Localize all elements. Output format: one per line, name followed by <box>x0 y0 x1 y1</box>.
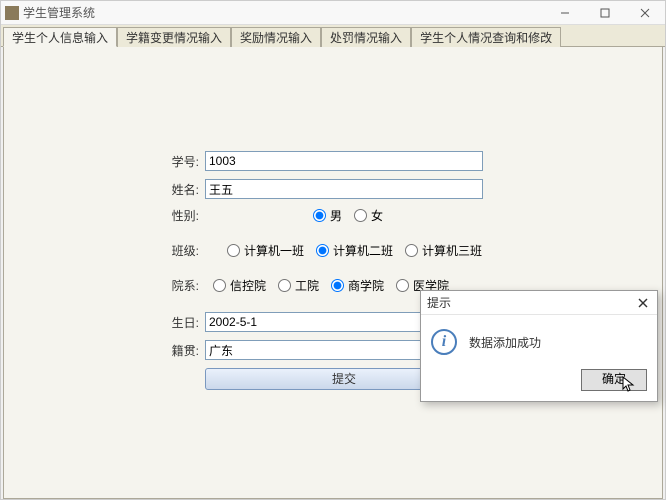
info-icon: i <box>431 329 457 355</box>
app-icon <box>5 6 19 20</box>
form-panel: 学号: 姓名: 性别: 男 女 班级: <box>3 47 663 499</box>
row-student-id: 学号: <box>4 151 662 171</box>
dialog-close-button[interactable] <box>635 295 651 311</box>
tab-punishment[interactable]: 处罚情况输入 <box>321 27 411 47</box>
dialog-title-text: 提示 <box>427 294 635 311</box>
dept-3-radio[interactable] <box>331 279 344 292</box>
student-id-input[interactable] <box>205 151 483 171</box>
titlebar: 学生管理系统 <box>1 1 665 25</box>
main-window: 学生管理系统 学生个人信息输入 学籍变更情况输入 奖励情况输入 处罚情况输入 学… <box>0 0 666 500</box>
close-button[interactable] <box>625 1 665 25</box>
dialog-footer: 确定 <box>421 365 657 401</box>
row-gender: 性别: 男 女 <box>4 207 662 224</box>
row-name: 姓名: <box>4 179 662 199</box>
label-hometown: 籍贯: <box>159 342 199 359</box>
class-group: 计算机一班 计算机二班 计算机三班 <box>205 242 490 259</box>
tab-query-modify[interactable]: 学生个人情况查询和修改 <box>411 27 561 47</box>
dept-4-radio[interactable] <box>396 279 409 292</box>
label-name: 姓名: <box>159 181 199 198</box>
label-student-id: 学号: <box>159 153 199 170</box>
tab-student-info[interactable]: 学生个人信息输入 <box>3 27 117 47</box>
dept-1-option[interactable]: 信控院 <box>213 277 266 294</box>
maximize-button[interactable] <box>585 1 625 25</box>
close-icon <box>638 298 648 308</box>
label-birthday: 生日: <box>159 314 199 331</box>
class-2-radio[interactable] <box>316 244 329 257</box>
class-2-option[interactable]: 计算机二班 <box>316 242 393 259</box>
gender-male-option[interactable]: 男 <box>313 207 342 224</box>
dialog-ok-button[interactable]: 确定 <box>581 369 647 391</box>
tab-reward[interactable]: 奖励情况输入 <box>231 27 321 47</box>
window-title: 学生管理系统 <box>23 4 545 21</box>
class-1-option[interactable]: 计算机一班 <box>227 242 304 259</box>
label-department: 院系: <box>159 277 199 294</box>
gender-female-radio[interactable] <box>354 209 367 222</box>
message-dialog: 提示 i 数据添加成功 确定 <box>420 290 658 402</box>
minimize-button[interactable] <box>545 1 585 25</box>
class-1-radio[interactable] <box>227 244 240 257</box>
gender-male-radio[interactable] <box>313 209 326 222</box>
label-gender: 性别: <box>159 207 199 224</box>
dept-3-option[interactable]: 商学院 <box>331 277 384 294</box>
gender-female-option[interactable]: 女 <box>354 207 383 224</box>
dialog-titlebar: 提示 <box>421 291 657 315</box>
class-3-radio[interactable] <box>405 244 418 257</box>
dept-2-radio[interactable] <box>278 279 291 292</box>
label-class: 班级: <box>159 242 199 259</box>
tab-status-change[interactable]: 学籍变更情况输入 <box>117 27 231 47</box>
row-class: 班级: 计算机一班 计算机二班 计算机三班 <box>4 242 662 259</box>
class-3-option[interactable]: 计算机三班 <box>405 242 482 259</box>
dialog-message: 数据添加成功 <box>469 334 541 351</box>
tab-bar: 学生个人信息输入 学籍变更情况输入 奖励情况输入 处罚情况输入 学生个人情况查询… <box>1 25 665 47</box>
dialog-body: i 数据添加成功 <box>421 315 657 365</box>
name-input[interactable] <box>205 179 483 199</box>
gender-group: 男 女 <box>205 207 391 224</box>
dept-2-option[interactable]: 工院 <box>278 277 319 294</box>
window-controls <box>545 1 665 24</box>
dept-1-radio[interactable] <box>213 279 226 292</box>
